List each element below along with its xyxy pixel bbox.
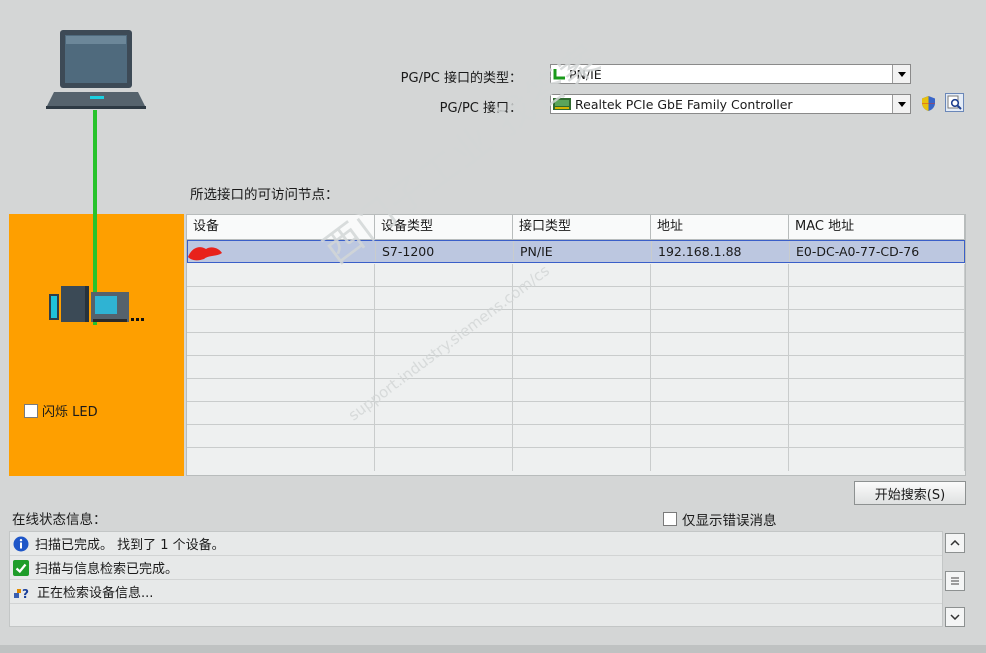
online-status-label: 在线状态信息： [12,512,107,528]
network-query-icon: ? [13,584,31,601]
flash-led-checkbox[interactable]: 闪烁 LED [24,401,98,420]
table-row [187,356,965,379]
search-properties-icon[interactable] [945,93,964,112]
mac-address-cell: E0-DC-A0-77-CD-76 [790,241,964,262]
column-header-mac-address[interactable]: MAC 地址 [789,215,965,239]
address-cell: 192.168.1.88 [652,241,790,262]
pn-ie-icon [553,68,566,80]
table-row [187,448,965,471]
show-errors-only-checkbox[interactable]: 仅显示错误消息 [663,509,777,529]
check-icon [13,559,29,576]
column-header-interface-type[interactable]: 接口类型 [513,215,651,239]
column-header-device[interactable]: 设备 [187,215,375,239]
checkbox-icon[interactable] [24,403,38,418]
chevron-down-icon[interactable] [892,65,910,83]
table-header: 设备 设备类型 接口类型 地址 MAC 地址 [187,215,965,240]
list-item: 扫描已完成。 找到了 1 个设备。 [10,532,942,556]
pg-pc-icon [46,30,146,110]
table-row [187,287,965,310]
status-scrollbar[interactable] [944,531,966,627]
bottom-divider [0,645,986,653]
interface-type-select[interactable]: PN/IE [550,64,911,84]
status-message-list: 扫描已完成。 找到了 1 个设备。 扫描与信息检索已完成。 ? 正在检索设备信息… [9,531,943,627]
show-errors-only-label: 仅显示错误消息 [682,513,777,529]
accessible-nodes-label: 所选接口的可访问节点： [190,187,339,203]
interface-type-label: PG/PC 接口的类型： [400,71,522,86]
table-row [187,264,965,287]
interface-type-cell: PN/IE [514,241,652,262]
shield-icon[interactable] [919,94,938,113]
table-row [187,379,965,402]
list-item: ? 正在检索设备信息... [10,580,942,604]
table-row [187,333,965,356]
scroll-up-button[interactable] [945,533,965,553]
status-message-text: 正在检索设备信息... [37,586,154,601]
interface-select[interactable]: Realtek PCIe GbE Family Controller [550,94,911,114]
svg-text:?: ? [22,587,29,600]
scroll-thumb[interactable] [945,571,965,591]
table-row [187,310,965,333]
device-type-cell: S7-1200 [376,241,514,262]
interface-type-value: PN/IE [569,66,602,82]
device-name-cell [188,241,376,262]
checkbox-icon[interactable] [663,512,677,526]
status-message-text: 扫描已完成。 找到了 1 个设备。 [35,538,225,553]
chevron-down-icon[interactable] [892,95,910,113]
info-icon [13,536,29,552]
list-item [10,604,942,627]
table-row [187,402,965,425]
interface-value: Realtek PCIe GbE Family Controller [575,96,793,112]
table-row [187,425,965,448]
accessible-nodes-table: 设备 设备类型 接口类型 地址 MAC 地址 S7-1200 PN/IE 192… [186,214,966,476]
network-card-icon [553,98,571,110]
scroll-down-button[interactable] [945,607,965,627]
start-search-button[interactable]: 开始搜索(S) [854,481,966,505]
interface-label: PG/PC 接口： [439,101,522,116]
table-row[interactable]: S7-1200 PN/IE 192.168.1.88 E0-DC-A0-77-C… [187,240,965,263]
redacted-mark [188,247,222,261]
column-header-address[interactable]: 地址 [651,215,789,239]
flash-led-label: 闪烁 LED [42,405,98,420]
list-item: 扫描与信息检索已完成。 [10,556,942,580]
plc-device-icon [49,284,145,330]
status-message-text: 扫描与信息检索已完成。 [35,562,179,577]
column-header-device-type[interactable]: 设备类型 [375,215,513,239]
